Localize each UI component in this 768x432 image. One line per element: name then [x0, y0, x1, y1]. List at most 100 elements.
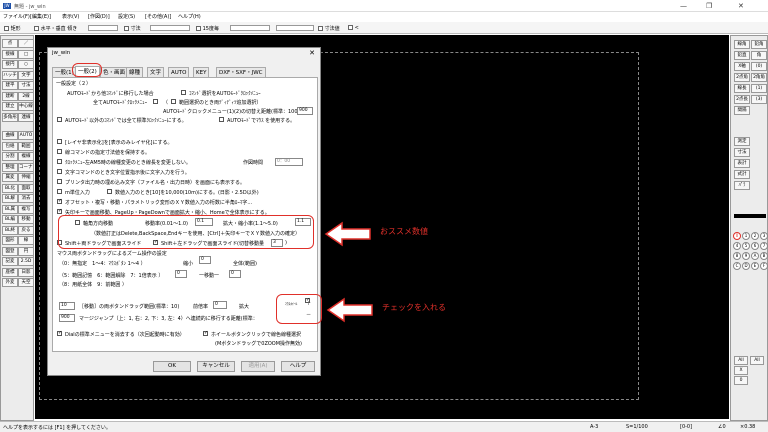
ok-button[interactable]: OK	[153, 361, 191, 372]
layer-button-2[interactable]: 2	[751, 232, 759, 240]
left-tool-0[interactable]: 点	[2, 39, 18, 48]
non-auto-clock-checkbox[interactable]	[57, 117, 62, 122]
zoom-right-input[interactable]: 0	[229, 270, 241, 278]
left-tool2-4[interactable]: 寸法	[18, 81, 34, 90]
auto-clock-checkbox[interactable]	[181, 90, 186, 95]
right-tool-7[interactable]: 測定	[734, 137, 750, 146]
right-tool2-2[interactable]: (0)	[751, 62, 767, 71]
layer-button-E[interactable]: E	[751, 262, 759, 270]
deg15-toggle[interactable]: 15度毎	[196, 25, 219, 32]
menu-other[interactable]: [その他(A)]	[145, 13, 171, 20]
tab-linetype[interactable]: 線種	[126, 67, 144, 77]
right-tool-6[interactable]: 間隔	[734, 106, 750, 115]
layer-button-C[interactable]: C	[733, 262, 741, 270]
dim-checkbox[interactable]	[124, 26, 129, 31]
all-auto-clock-checkbox[interactable]	[153, 99, 158, 104]
point-dropdown[interactable]	[230, 25, 270, 31]
clock-linetype-checkbox[interactable]	[57, 159, 62, 164]
layer-button-D[interactable]: D	[742, 262, 750, 270]
layer-button-F[interactable]: F	[760, 262, 768, 270]
numeric-10-checkbox[interactable]	[107, 189, 112, 194]
right-tool-2[interactable]: X軸	[734, 62, 750, 71]
left-tool2-17[interactable]: 戻る	[18, 225, 34, 235]
right-tool2-1[interactable]: 角	[751, 51, 767, 60]
horiz-checkbox[interactable]	[34, 26, 39, 31]
layer-button-6[interactable]: 6	[751, 242, 759, 250]
left-tool2-13[interactable]: 面取	[18, 183, 34, 193]
left-tool-14[interactable]: BL解	[2, 194, 18, 203]
right-tool-11[interactable]: ﾊﾟﾗ	[734, 181, 750, 190]
zoom-display[interactable]: ×0.38	[740, 424, 755, 430]
zoom-left-input[interactable]: 0	[175, 270, 187, 278]
less-checkbox[interactable]	[348, 25, 353, 30]
right-tool-4[interactable]: 線長	[734, 84, 750, 93]
left-tool2-5[interactable]: 2線	[18, 91, 34, 101]
layer-all2-button[interactable]: All	[750, 356, 764, 365]
left-tool2-2[interactable]: ○	[18, 60, 34, 69]
dim-dropdown[interactable]	[150, 25, 190, 31]
zoom-out-input[interactable]: 0	[199, 256, 211, 264]
menu-settings[interactable]: 設定(S)	[118, 13, 135, 20]
layer-button-7[interactable]: 7	[760, 242, 768, 250]
left-tool-22[interactable]: 外変	[2, 278, 18, 287]
left-tool2-19[interactable]: 円	[18, 246, 34, 256]
left-tool-11[interactable]: 整理	[2, 162, 18, 172]
layer-button-9[interactable]: 9	[742, 252, 750, 260]
left-tool-3[interactable]: ハッチ	[2, 70, 18, 80]
layer-button-8[interactable]: 8	[733, 252, 741, 260]
left-tool2-8[interactable]: AUTO	[18, 131, 34, 140]
margin-jump-input[interactable]: 900	[59, 314, 75, 322]
left-tool-17[interactable]: BL終	[2, 225, 18, 235]
less-toggle[interactable]: <	[348, 25, 359, 31]
left-tool-2[interactable]: 接円	[2, 60, 18, 69]
dial-menu-checkbox[interactable]	[57, 330, 62, 337]
menu-draw[interactable]: [作図(D)]	[88, 13, 110, 20]
dialog-close-button[interactable]: ✕	[309, 49, 315, 57]
layer-display[interactable]: [0-0]	[680, 424, 692, 430]
left-tool2-14[interactable]: 消去	[18, 194, 34, 203]
layer-button-0[interactable]: 0	[733, 232, 741, 240]
left-tool2-18[interactable]: 線	[18, 236, 34, 245]
left-tool2-10[interactable]: 複線	[18, 152, 34, 161]
layer-button-B[interactable]: B	[760, 252, 768, 260]
horiz-vert-toggle[interactable]: 水平・垂直 傾き	[34, 25, 77, 32]
left-tool-19[interactable]: 図登	[2, 246, 18, 256]
right-tool-1[interactable]: 鉛直	[734, 51, 750, 60]
left-tool-21[interactable]: 座標	[2, 267, 18, 277]
layer-button-5[interactable]: 5	[742, 242, 750, 250]
angle-dropdown[interactable]	[88, 25, 118, 31]
menu-edit[interactable]: [編集(E)]	[30, 13, 51, 20]
tab-dxf[interactable]: DXF・SXF・JWC	[216, 67, 266, 77]
left-tool-9[interactable]: 包絡	[2, 141, 18, 151]
printer-embed-checkbox[interactable]	[57, 179, 62, 184]
right-tool-8[interactable]: 寸法	[734, 148, 750, 157]
right-tool2-4[interactable]: (1)	[751, 84, 767, 93]
left-tool-7[interactable]: 多角形	[2, 112, 18, 122]
layer-x-button[interactable]: X	[734, 366, 748, 375]
tab-text[interactable]: 文字	[147, 67, 165, 77]
menu-file[interactable]: ファイル(F)	[3, 13, 30, 20]
dims-value-checkbox[interactable]	[318, 26, 323, 31]
left-tool-16[interactable]: BL編	[2, 215, 18, 224]
move-drag-range-input[interactable]: 10	[59, 302, 75, 310]
left-tool2-20[interactable]: 2.5D	[18, 257, 34, 266]
paper-size[interactable]: A-3	[590, 424, 598, 430]
layer-button-A[interactable]: A	[751, 252, 759, 260]
dim-toggle[interactable]: 寸法	[124, 25, 141, 32]
left-tool2-12[interactable]: 伸縮	[18, 173, 34, 182]
prev-zoom-input[interactable]: 0	[213, 301, 227, 309]
angle-display[interactable]: ∠0	[718, 424, 726, 430]
left-tool2-16[interactable]: 移動	[18, 215, 34, 224]
menu-view[interactable]: 表示(V)	[62, 13, 79, 20]
left-tool2-0[interactable]: ／	[18, 39, 34, 48]
menu-help[interactable]: ヘルプ(H)	[178, 13, 201, 20]
layer-hide-checkbox[interactable]	[57, 139, 62, 144]
text-input-after-checkbox[interactable]	[57, 169, 62, 174]
left-tool-5[interactable]: 建断	[2, 91, 18, 101]
right-tool-9[interactable]: 表計	[734, 159, 750, 168]
close-window-button[interactable]: ✕	[738, 2, 744, 10]
left-tool2-11[interactable]: コーナー	[18, 162, 34, 172]
left-tool-10[interactable]: 分割	[2, 152, 18, 161]
rect-checkbox[interactable]	[4, 26, 9, 31]
tab-color-screen[interactable]: 色・画面	[100, 67, 129, 77]
